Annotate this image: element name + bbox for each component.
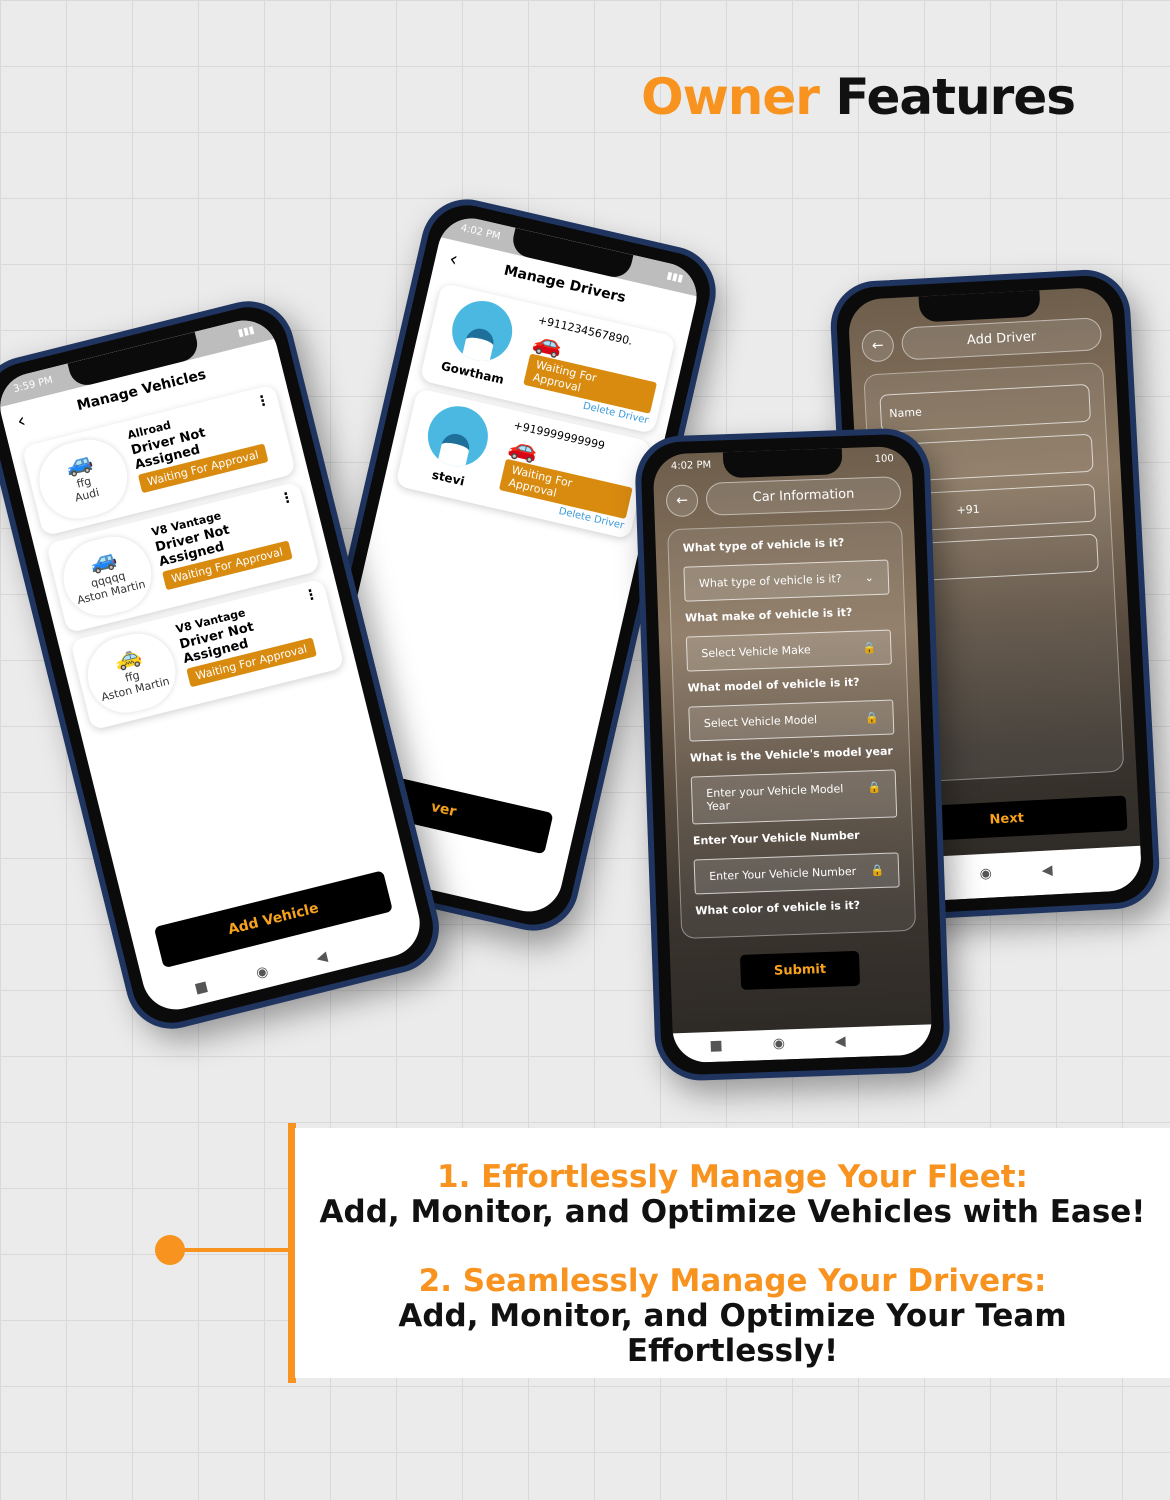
lock-icon: 🔒	[870, 863, 885, 878]
question-label: What model of vehicle is it?	[687, 675, 860, 695]
back-button[interactable]: ←	[665, 483, 699, 517]
battery-icon: 100	[874, 453, 894, 465]
question-label: What make of vehicle is it?	[684, 605, 853, 625]
connector-line	[170, 1248, 290, 1252]
avatar-icon	[446, 295, 519, 367]
vehicle-type-select[interactable]: What type of vehicle is it? ⌄	[683, 559, 890, 602]
submit-button[interactable]: Submit	[739, 950, 861, 990]
driver-name: Gowtham	[439, 358, 506, 387]
question-label: What is the Vehicle's model year	[689, 744, 894, 765]
lock-icon: 🔒	[862, 641, 877, 655]
screen-title: Add Driver	[900, 317, 1103, 361]
lock-icon: 🔒	[867, 780, 882, 795]
feature-text: Add, Monitor, and Optimize Your Team Eff…	[398, 1298, 1067, 1369]
question-label: Enter Your Vehicle Number	[692, 828, 860, 848]
status-time: 3:59 PM	[12, 374, 55, 396]
more-icon[interactable]: ⋮	[254, 392, 271, 411]
battery-icon: ▮▮▮	[665, 270, 685, 285]
avatar-icon	[421, 400, 494, 473]
chevron-down-icon: ⌄	[864, 571, 875, 585]
model-year-input[interactable]: Enter your Vehicle Model Year 🔒	[690, 769, 898, 825]
back-icon[interactable]: ‹	[447, 246, 460, 271]
feature-text: Add, Monitor, and Optimize Vehicles with…	[319, 1194, 1146, 1230]
lock-icon: 🔒	[864, 710, 879, 725]
vehicle-model-input[interactable]: Select Vehicle Model 🔒	[688, 699, 895, 742]
select-value: What type of vehicle is it?	[698, 572, 842, 591]
placeholder: Enter your Vehicle Model Year	[706, 782, 844, 814]
screen-title: Car Information	[705, 476, 902, 516]
battery-icon: ▮▮▮	[236, 324, 256, 340]
page-title: Owner Features	[641, 68, 1076, 126]
driver-name: stevi	[430, 467, 466, 489]
more-icon[interactable]: ⋮	[278, 489, 295, 508]
placeholder: Enter Your Vehicle Number	[708, 864, 857, 883]
question-label: What type of vehicle is it?	[682, 536, 845, 555]
features-box: 1. Effortlessly Manage Your Fleet: Add, …	[295, 1128, 1170, 1378]
nav-bar: ■◉◀	[672, 1024, 933, 1064]
placeholder: Select Vehicle Model	[703, 713, 818, 731]
vehicle-make-input[interactable]: Select Vehicle Make 🔒	[685, 629, 892, 672]
status-time: 4:02 PM	[670, 459, 712, 473]
more-icon[interactable]: ⋮	[302, 586, 319, 605]
feature-heading: 2. Seamlessly Manage Your Drivers:	[418, 1263, 1047, 1299]
name-input[interactable]: Name	[879, 383, 1092, 433]
vehicle-number-input[interactable]: Enter Your Vehicle Number 🔒	[693, 852, 900, 895]
back-button[interactable]: ←	[860, 328, 895, 363]
status-time: 4:02 PM	[459, 222, 502, 243]
question-label: What color of vehicle is it?	[695, 898, 861, 918]
phone-car-information: 4:02 PM 100 ← Car Information What type of…	[633, 427, 952, 1082]
back-icon[interactable]: ‹	[14, 408, 28, 433]
placeholder: Select Vehicle Make	[701, 643, 811, 661]
feature-heading: 1. Effortlessly Manage Your Fleet:	[437, 1159, 1028, 1195]
